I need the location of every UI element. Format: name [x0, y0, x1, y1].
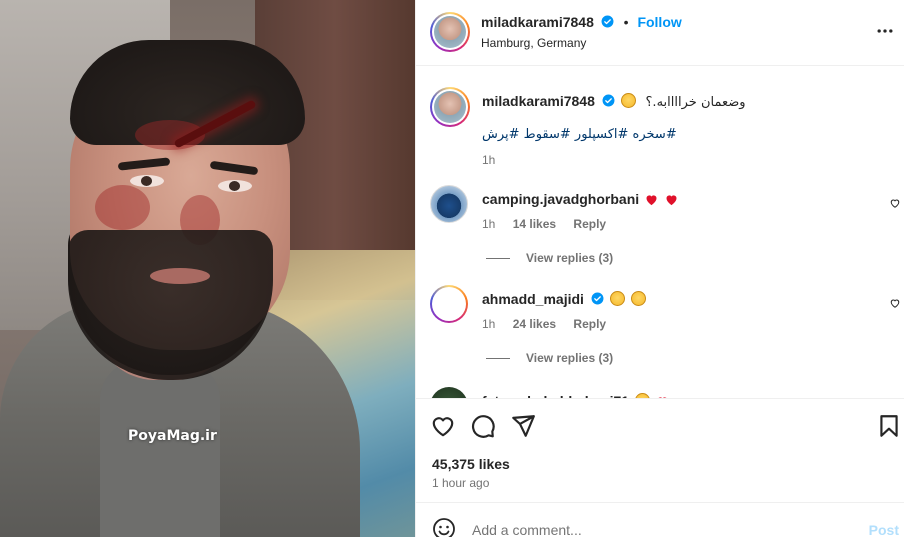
view-replies-button[interactable]: View replies (3) — [486, 351, 613, 365]
comment-meta: 1h 14 likes Reply — [482, 217, 620, 231]
view-replies-label: View replies (3) — [526, 351, 614, 365]
separator-dot: • — [623, 14, 629, 30]
comment-row: ahmadd_majidi — [482, 291, 646, 307]
add-comment-bar: Post — [416, 502, 904, 537]
commenter-username[interactable]: ahmadd_majidi — [482, 291, 584, 307]
comment-item: camping.javadghorbani 1h 14 likes Reply … — [416, 185, 904, 285]
comment-item: ahmadd_majidi 1h 24 likes Reply View rep… — [416, 285, 904, 385]
red-heart-emoji-icon — [646, 195, 657, 206]
action-bar: 45,375 likes 1 hour ago — [416, 398, 904, 502]
location-link[interactable]: Hamburg, Germany — [481, 36, 586, 50]
commenter-avatar[interactable] — [430, 285, 468, 323]
comments-section[interactable]: miladkarami7848 وضعمان خراااابه.؟ #سخره … — [416, 67, 904, 398]
replies-line — [486, 357, 510, 359]
author-avatar[interactable] — [430, 12, 470, 52]
comment-likes[interactable]: 14 likes — [513, 217, 556, 231]
commenter-username[interactable]: camping.javadghorbani — [482, 191, 639, 207]
post-comment-button[interactable]: Post — [869, 522, 899, 537]
comment-bubble-icon[interactable] — [470, 413, 496, 439]
photo-eye — [130, 175, 164, 187]
author-username[interactable]: miladkarami7848 — [481, 14, 594, 30]
comment-meta: 1h 24 likes Reply — [482, 317, 620, 331]
emoji-picker-icon[interactable] — [432, 517, 456, 537]
likes-count[interactable]: 45,375 likes — [432, 456, 510, 472]
comment-time: 1h — [482, 217, 496, 231]
photo-tshirt — [100, 360, 220, 537]
verified-badge-icon — [591, 292, 604, 305]
post-sidebar: miladkarami7848 • Follow Hamburg, German… — [415, 0, 904, 537]
red-heart-emoji-icon — [666, 195, 677, 206]
comment-input[interactable] — [472, 522, 802, 537]
commenter-avatar[interactable] — [430, 185, 468, 223]
verified-badge-icon — [601, 15, 614, 28]
caption-time: 1h — [482, 153, 496, 167]
neutral-emoji-icon — [630, 291, 646, 306]
confused-emoji-icon — [620, 93, 636, 108]
comment-time: 1h — [482, 317, 496, 331]
more-options-icon[interactable] — [875, 21, 895, 41]
save-bookmark-icon[interactable] — [876, 413, 902, 439]
like-heart-icon[interactable] — [430, 413, 456, 439]
commenter-avatar[interactable] — [430, 387, 468, 398]
caption-text: وضعمان خراااابه.؟ — [645, 95, 746, 110]
watermark: PoyaMag.ir — [128, 428, 217, 444]
post-photo[interactable]: PoyaMag.ir — [0, 0, 415, 537]
view-replies-button[interactable]: View replies (3) — [486, 251, 613, 265]
reply-button[interactable]: Reply — [573, 217, 606, 231]
view-replies-label: View replies (3) — [526, 251, 614, 265]
verified-badge-icon — [602, 94, 615, 107]
caption-row: miladkarami7848 وضعمان خراااابه.؟ — [482, 93, 746, 110]
comment-item: fatemeh_behbahani71 — [416, 387, 904, 398]
sad-emoji-icon — [609, 291, 625, 306]
reply-button[interactable]: Reply — [573, 317, 606, 331]
photo-bruise — [95, 185, 150, 230]
replies-line — [486, 257, 510, 259]
share-paper-plane-icon[interactable] — [510, 413, 536, 439]
caption-username[interactable]: miladkarami7848 — [482, 93, 595, 109]
photo-eye — [218, 180, 252, 192]
follow-button[interactable]: Follow — [637, 14, 681, 30]
post-time: 1 hour ago — [432, 476, 490, 490]
caption-author-avatar[interactable] — [430, 87, 470, 127]
caption-hashtags[interactable]: #سخره #اکسپلور #سقوط #پرش — [482, 127, 677, 142]
photo-mouth — [150, 268, 210, 284]
comment-row: camping.javadghorbani — [482, 191, 679, 207]
author-row: miladkarami7848 • Follow — [481, 14, 682, 30]
like-comment-heart-icon[interactable] — [889, 297, 901, 309]
post-header: miladkarami7848 • Follow Hamburg, German… — [416, 0, 904, 66]
comment-likes[interactable]: 24 likes — [513, 317, 556, 331]
like-comment-heart-icon[interactable] — [889, 197, 901, 209]
